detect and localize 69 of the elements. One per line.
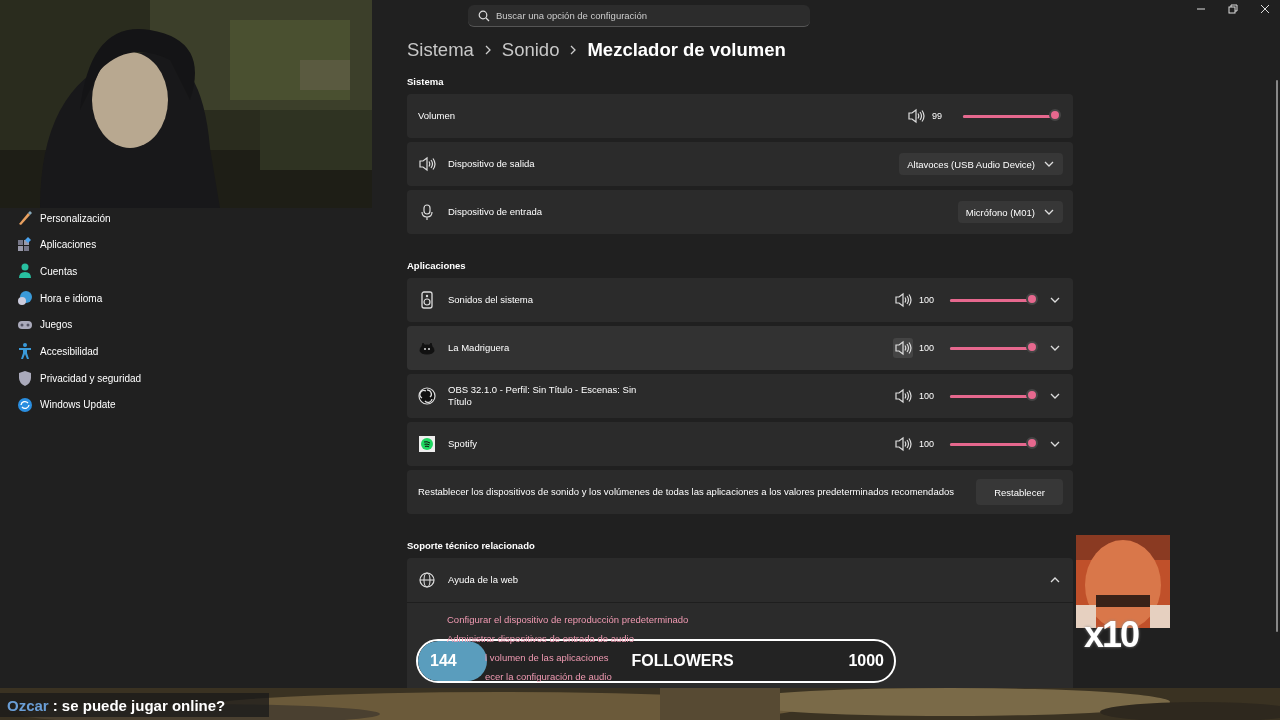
speaker-icon[interactable]: [906, 106, 926, 126]
globe-icon: [418, 571, 436, 589]
volume-reading: 99: [932, 111, 943, 121]
scrollbar[interactable]: [1276, 80, 1278, 632]
search-icon: [478, 10, 490, 22]
speaker-icon[interactable]: [893, 290, 913, 310]
goal-count: 1000: [848, 652, 884, 670]
speaker-box-icon: [418, 291, 436, 309]
chevron-right-icon: [569, 44, 578, 56]
sidebar-item[interactable]: Personalización: [16, 208, 111, 228]
slider-thumb[interactable]: [1026, 437, 1038, 449]
help-header[interactable]: Ayuda de la web: [407, 558, 1073, 602]
close-icon[interactable]: [1260, 4, 1270, 14]
music-app-icon: [418, 435, 436, 453]
help-link[interactable]: ecer la configuración de audio: [485, 670, 612, 683]
sidebar-item[interactable]: Hora e idioma: [16, 288, 103, 309]
section-heading: Soporte técnico relacionado: [407, 538, 536, 553]
follower-count: 144: [430, 652, 457, 670]
help-title: Ayuda de la web: [448, 574, 520, 586]
sidebar-item[interactable]: Accesibilidad: [16, 341, 99, 362]
refresh-icon: [16, 395, 34, 414]
slider-thumb[interactable]: [1026, 341, 1038, 353]
speaker-icon[interactable]: [893, 386, 913, 406]
volume-reading: 100: [919, 295, 936, 305]
sidebar-item[interactable]: Juegos: [16, 314, 73, 335]
section-heading: Aplicaciones: [407, 258, 467, 273]
section-heading: Sistema: [407, 74, 445, 89]
sidebar-item[interactable]: Windows Update: [16, 394, 116, 415]
reset-button[interactable]: Restablecer: [976, 479, 1063, 505]
sidebar-item[interactable]: Privacidad y seguridad: [16, 368, 142, 389]
volume-reading: 100: [919, 391, 936, 401]
setting-label: Dispositivo de salida: [448, 158, 536, 170]
sidebar-item[interactable]: Cuentas: [16, 261, 78, 282]
volume-reading: 100: [919, 439, 936, 449]
setting-label: Dispositivo de entrada: [448, 206, 543, 218]
help-link[interactable]: l volumen de las aplicaciones: [485, 651, 609, 664]
speaker-icon[interactable]: [893, 338, 913, 358]
restore-icon[interactable]: [1228, 4, 1238, 14]
slider-thumb[interactable]: [1049, 109, 1062, 121]
chat-username: Ozcar: [7, 696, 49, 714]
volume-reading: 100: [919, 343, 936, 353]
help-link[interactable]: Configurar el dispositivo de reproducción predeterminado: [447, 613, 689, 626]
app-name: La Madriguera: [448, 342, 511, 354]
device-dropdown[interactable]: Micrófono (M01): [957, 201, 1063, 223]
breadcrumb-item: Mezclador de volumen: [587, 39, 786, 61]
reset-description: Restablecer los dispositivos de sonido y los volúmenes de todas las aplicaciones a los valores predeterminados recomendados: [418, 486, 955, 498]
app-name: Spotify: [448, 438, 479, 450]
device-dropdown[interactable]: Altavoces (USB Audio Device): [899, 153, 1063, 175]
chat-text: : se puede jugar online?: [52, 696, 226, 714]
shield-icon: [16, 369, 34, 388]
speaker-icon[interactable]: [893, 434, 913, 454]
app-name: Sonidos del sistema: [448, 294, 535, 306]
slider-thumb[interactable]: [1026, 389, 1038, 401]
aperture-icon: [418, 387, 436, 405]
speaker-icon: [418, 155, 436, 173]
breadcrumb-item[interactable]: Sistema: [407, 39, 474, 61]
app-name: OBS 32.1.0 - Perfil: Sin Título - Escenas: Sin Título: [448, 384, 638, 408]
setting-label: Volumen: [418, 110, 456, 122]
search-field[interactable]: Buscar una opción de configuración: [468, 5, 810, 27]
goal-label: FOLLOWERS: [631, 652, 734, 670]
chevron-right-icon: [483, 44, 492, 56]
brush-icon: [16, 209, 34, 227]
apps-icon: [16, 235, 34, 254]
microphone-icon: [418, 203, 436, 221]
person-icon: [16, 262, 34, 281]
sidebar-item[interactable]: Aplicaciones: [16, 234, 97, 255]
breadcrumb-item[interactable]: Sonido: [501, 39, 560, 61]
slider-thumb[interactable]: [1026, 293, 1038, 305]
accessibility-icon: [16, 342, 34, 361]
